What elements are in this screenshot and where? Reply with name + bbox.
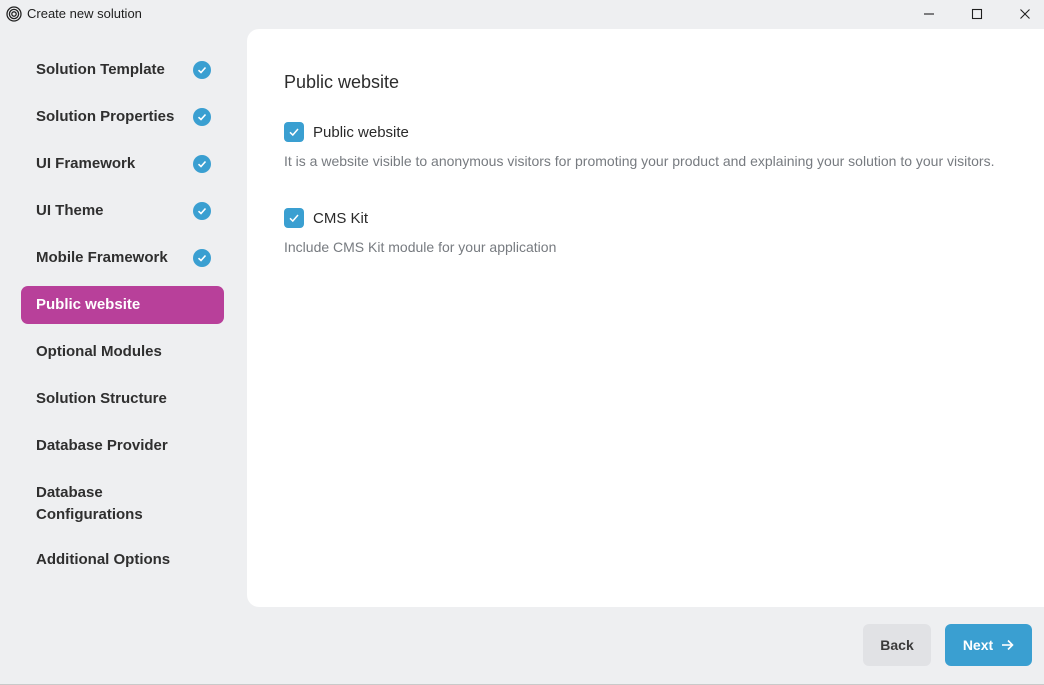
sidebar-item-label: Database Configurations: [36, 484, 143, 523]
sidebar-item-solution-properties[interactable]: Solution Properties: [21, 98, 224, 136]
back-button-label: Back: [880, 637, 914, 653]
title-bar: Create new solution: [0, 0, 1044, 28]
spiral-logo-icon: [6, 6, 22, 22]
next-button[interactable]: Next: [945, 624, 1032, 666]
close-button[interactable]: [1002, 0, 1044, 28]
public-website-description: It is a website visible to anonymous vis…: [284, 153, 995, 169]
sidebar-item-solution-structure[interactable]: Solution Structure: [21, 380, 224, 418]
minimize-button[interactable]: [906, 0, 952, 28]
checkmark-icon: [289, 128, 299, 137]
sidebar-item-label: Additional Options: [36, 551, 171, 568]
maximize-icon: [971, 8, 983, 20]
public-website-label[interactable]: Public website: [313, 124, 409, 141]
sidebar-item-ui-framework[interactable]: UI Framework: [21, 145, 224, 183]
sidebar-item-ui-theme[interactable]: UI Theme: [21, 192, 224, 230]
sidebar-item-public-website[interactable]: Public website: [21, 286, 224, 324]
public-website-checkbox-row[interactable]: Public website: [284, 122, 409, 142]
sidebar-item-mobile-framework[interactable]: Mobile Framework: [21, 239, 224, 277]
main-content-panel: Public website Public website It is a we…: [247, 29, 1044, 607]
sidebar-item-additional-options[interactable]: Additional Options: [21, 541, 224, 579]
sidebar-item-label: Optional Modules: [36, 343, 162, 360]
cms-kit-label[interactable]: CMS Kit: [313, 210, 368, 227]
sidebar-item-database-provider[interactable]: Database Provider: [21, 427, 224, 465]
sidebar-item-database-configurations[interactable]: Database Configurations: [21, 479, 171, 529]
close-icon: [1020, 9, 1030, 19]
check-circle-icon: [193, 61, 211, 79]
wizard-steps-sidebar: Solution Template Solution Properties UI…: [0, 28, 246, 608]
check-circle-icon: [193, 249, 211, 267]
cms-kit-description: Include CMS Kit module for your applicat…: [284, 239, 557, 255]
check-circle-icon: [193, 202, 211, 220]
back-button[interactable]: Back: [863, 624, 931, 666]
page-title: Public website: [284, 72, 400, 92]
sidebar-item-optional-modules[interactable]: Optional Modules: [21, 333, 224, 371]
arrow-right-icon: [1001, 639, 1014, 651]
sidebar-item-label: Solution Structure: [36, 390, 167, 407]
public-website-checkbox[interactable]: [284, 122, 304, 142]
check-circle-icon: [193, 108, 211, 126]
cms-kit-checkbox[interactable]: [284, 208, 304, 228]
minimize-icon: [924, 13, 934, 15]
cms-kit-checkbox-row[interactable]: CMS Kit: [284, 208, 368, 228]
sidebar-item-solution-template[interactable]: Solution Template: [21, 51, 224, 89]
check-circle-icon: [193, 155, 211, 173]
sidebar-item-label: Public website: [36, 296, 141, 313]
app-window: Create new solution Solution Template So…: [0, 0, 1044, 685]
next-button-label: Next: [962, 637, 994, 653]
checkmark-icon: [289, 214, 299, 223]
maximize-button[interactable]: [954, 0, 1000, 28]
sidebar-item-label: Database Provider: [36, 437, 168, 454]
window-title: Create new solution: [27, 6, 142, 21]
